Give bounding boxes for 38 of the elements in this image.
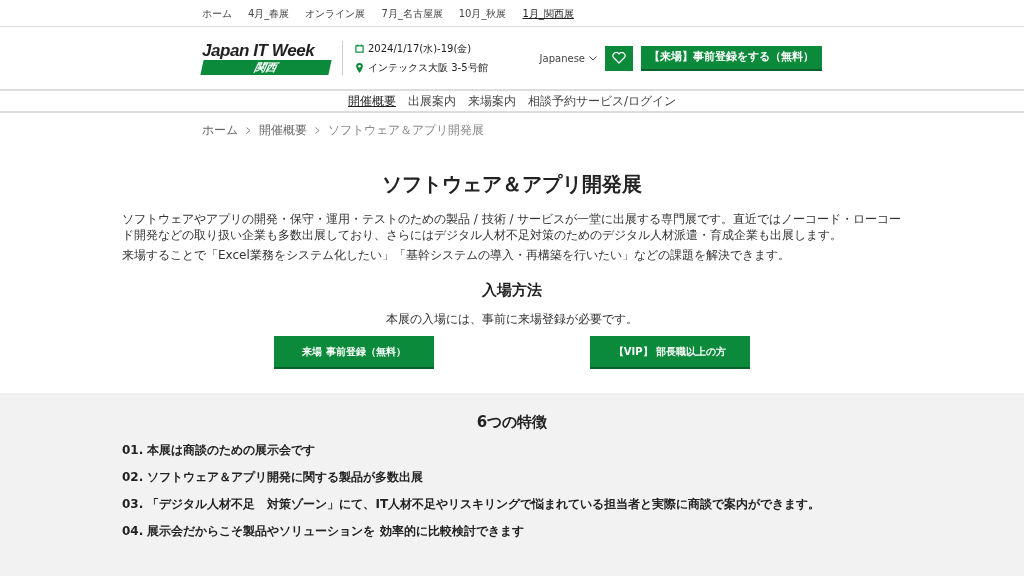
top-nav-link[interactable]: 1月_関西展 — [522, 5, 574, 21]
sub-nav-link[interactable]: 開催概要 — [347, 92, 396, 110]
admission-button[interactable]: 来場 事前登録（無料） — [274, 335, 434, 369]
sub-nav-link[interactable]: 出展案内 — [407, 92, 456, 110]
section-heading: 6つの特徴 — [475, 411, 549, 433]
top-nav-link[interactable]: ホーム — [202, 5, 232, 21]
register-button[interactable]: 【来場】事前登録をする（無料） — [641, 45, 822, 71]
top-nav-link[interactable]: オンライン展 — [305, 5, 366, 21]
sub-nav-link[interactable]: 相談予約サービス/ログイン — [527, 92, 676, 110]
top-nav-link[interactable]: 7月_名古屋展 — [381, 5, 443, 21]
location-pin-icon — [355, 62, 364, 73]
admission-button[interactable]: 【VIP】 部長職以上の方 — [590, 335, 750, 369]
calendar-icon — [355, 44, 364, 53]
feature-item: 03. 「デジタル人材不足 対策ゾーン」にて、IT人材不足やリスキリングで悩まれている担当者と実際に商談で案内ができます。 — [122, 496, 822, 513]
breadcrumb-link[interactable]: ホーム — [202, 121, 238, 139]
logo-region: 関西 — [200, 59, 332, 75]
feature-item: 01. 本展は商談のための展示会です — [122, 442, 317, 459]
page-title: ソフトウェア＆アプリ開発展 — [381, 171, 643, 198]
sub-nav-link[interactable]: 来場案内 — [467, 92, 516, 110]
breadcrumb-separator-icon — [315, 126, 320, 134]
description-paragraph: 来場することで「Excel業務をシステム化したい」「基幹システムの導入・再構築を行いたい」などの課題を解決できます。 — [122, 247, 791, 263]
breadcrumb-link[interactable]: ソフトウェア＆アプリ開発展 — [328, 121, 484, 139]
favorite-button[interactable] — [605, 45, 633, 71]
top-nav-link[interactable]: 10月_秋展 — [458, 5, 507, 21]
event-venue: インテックス大阪 3-5号館 — [368, 61, 488, 75]
feature-item: 04. 展示会だからこそ製品やソリューションを 効率的に比較検討できます — [122, 523, 525, 540]
heart-icon — [612, 52, 626, 64]
language-selector[interactable]: Japanese — [539, 50, 597, 66]
breadcrumb-link[interactable]: 開催概要 — [259, 121, 307, 139]
top-nav-link[interactable]: 4月_春展 — [248, 5, 290, 21]
description-paragraph: ソフトウェアやアプリの開発・保守・運用・テストのための製品 / 技術 / サービスが一堂に出展する専門展です。直近ではノーコード・ローコード開発などの取り扱い企業も多数出展しており、さらにはデジタル人材不足対策のためのデジタル人材派遣・育成企業も出展します。 — [122, 211, 902, 243]
event-date: 2024/1/17(水)-19(金) — [368, 42, 472, 56]
breadcrumb-separator-icon — [246, 126, 251, 134]
section-heading: 入場方法 — [481, 280, 543, 301]
admission-note: 本展の入場には、事前に来場登録が必要です。 — [385, 310, 639, 328]
chevron-down-icon — [589, 55, 597, 61]
logo-title: Japan IT Week — [202, 41, 316, 60]
feature-item: 02. ソフトウェア＆アプリ開発に関する製品が多数出展 — [122, 469, 425, 486]
